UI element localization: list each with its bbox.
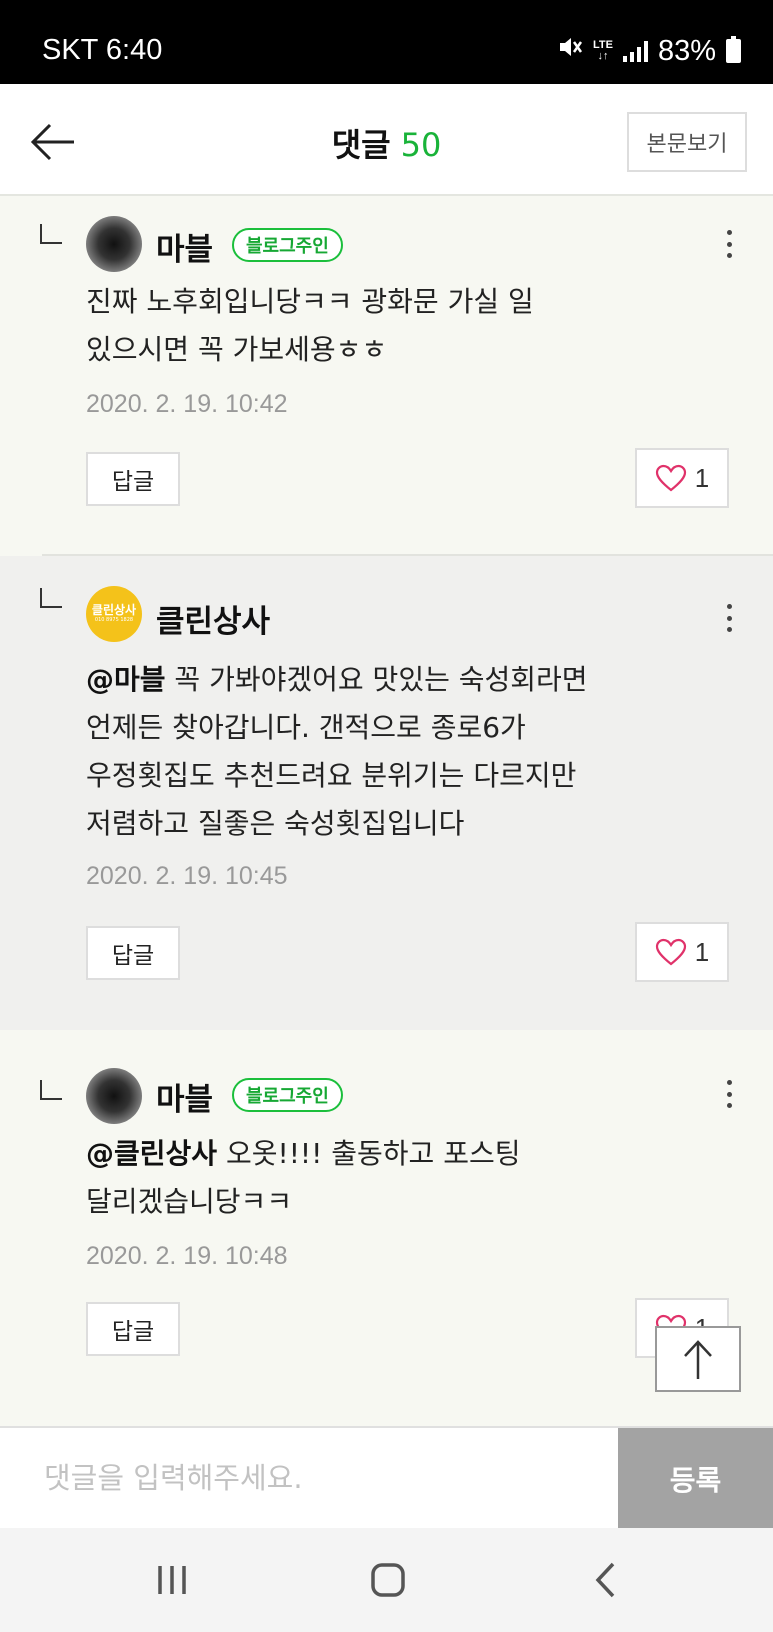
- more-options-button[interactable]: [719, 1074, 739, 1114]
- avatar[interactable]: [86, 216, 142, 272]
- like-count: 1: [694, 462, 710, 493]
- page-title-label: 댓글: [331, 126, 391, 164]
- avatar[interactable]: 클린상사 010 8975 1828: [86, 586, 142, 642]
- recent-apps-button[interactable]: [142, 1554, 202, 1606]
- like-count: 1: [694, 936, 710, 967]
- comment-text: @마블 꼭 가봐야겠어요 맛있는 숙성회라면 언제든 찾아갑니다. 갠적으로 종…: [86, 663, 588, 840]
- blog-owner-badge: 블로그주인: [232, 1078, 343, 1112]
- back-nav-button[interactable]: [576, 1554, 636, 1606]
- more-options-button[interactable]: [719, 224, 739, 264]
- reply-button[interactable]: 답글: [86, 926, 180, 980]
- reply-indent-icon: [40, 224, 62, 244]
- submit-button[interactable]: 등록: [618, 1428, 773, 1530]
- lte-icon: LTE ↓↑: [592, 39, 613, 62]
- comments-header: 댓글 50 본문보기: [0, 84, 773, 196]
- home-button[interactable]: [358, 1554, 418, 1606]
- comment-input-bar: 등록: [0, 1426, 773, 1530]
- reply-button[interactable]: 답글: [86, 452, 180, 506]
- comment-input[interactable]: [0, 1428, 618, 1528]
- reply-indent-icon: [40, 1080, 62, 1100]
- scroll-to-top-button[interactable]: [655, 1326, 741, 1392]
- home-icon: [371, 1563, 405, 1597]
- mute-icon: [557, 34, 583, 68]
- comment-author[interactable]: 클린상사: [156, 596, 270, 641]
- like-button[interactable]: 1: [635, 922, 729, 982]
- chevron-left-icon: [595, 1562, 615, 1598]
- avatar[interactable]: [86, 1068, 142, 1124]
- reply-button[interactable]: 답글: [86, 1302, 180, 1356]
- heart-icon: [655, 464, 686, 492]
- comment-text: 진짜 노후회입니당ㅋㅋ 광화문 가실 일 있으시면 꼭 가보세용ㅎㅎ: [86, 285, 534, 366]
- recent-apps-icon: [158, 1566, 186, 1594]
- comment-author[interactable]: 마블: [156, 224, 213, 269]
- arrow-up-icon: [684, 1340, 712, 1379]
- battery-percent: 83%: [657, 34, 716, 67]
- comment-date: 2020. 2. 19. 10:45: [86, 862, 288, 890]
- blog-owner-badge: 블로그주인: [232, 228, 343, 262]
- battery-icon: [726, 36, 741, 63]
- navigation-bar: [0, 1528, 773, 1632]
- comment-date: 2020. 2. 19. 10:42: [86, 390, 288, 418]
- comment-author[interactable]: 마블: [156, 1074, 213, 1119]
- mention-link[interactable]: @클린상사: [86, 1137, 217, 1170]
- comment-text: @클린상사 오옷!!!! 출동하고 포스팅 달리겠습니당ㅋㅋ: [86, 1137, 521, 1218]
- signal-icon: [622, 40, 648, 62]
- mention-link[interactable]: @마블: [86, 663, 166, 696]
- view-post-button[interactable]: 본문보기: [627, 112, 747, 172]
- comment-item: 마블 블로그주인 진짜 노후회입니당ㅋㅋ 광화문 가실 일 있으시면 꼭 가보세…: [0, 198, 773, 554]
- status-bar: SKT 6:40 LTE ↓↑ 83%: [0, 0, 773, 84]
- like-button[interactable]: 1: [635, 448, 729, 508]
- heart-icon: [655, 938, 686, 966]
- carrier-time: SKT 6:40: [42, 34, 163, 66]
- more-options-button[interactable]: [719, 598, 739, 638]
- comment-item: 클린상사 010 8975 1828 클린상사 @마블 꼭 가봐야겠어요 맛있는…: [0, 556, 773, 1030]
- reply-indent-icon: [40, 588, 62, 608]
- comment-count: 50: [400, 126, 442, 164]
- comment-date: 2020. 2. 19. 10:48: [86, 1242, 288, 1270]
